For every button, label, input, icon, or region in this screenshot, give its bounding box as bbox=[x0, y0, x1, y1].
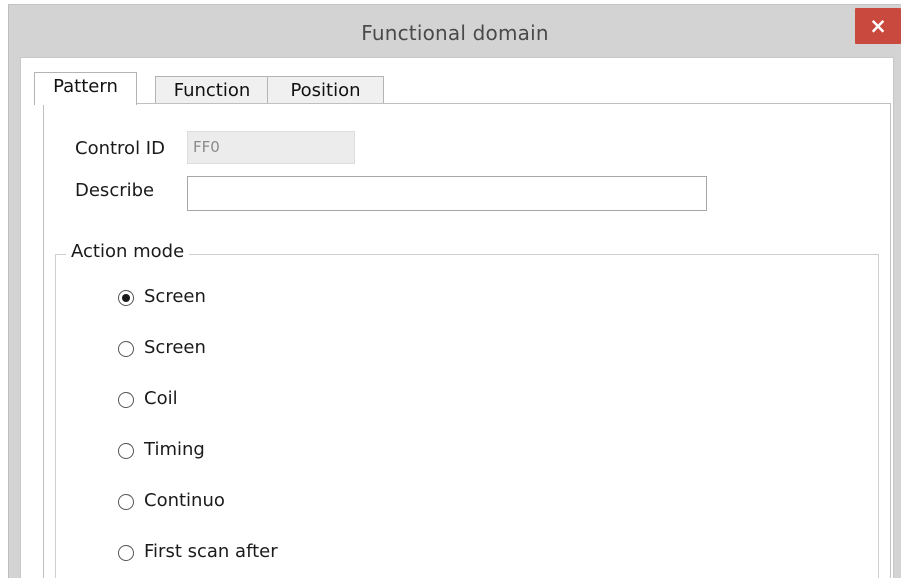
control-id-label: Control ID bbox=[75, 138, 165, 159]
window-title: Functional domain bbox=[361, 21, 549, 45]
radio-option-label: Continuo bbox=[144, 490, 225, 511]
close-icon: × bbox=[869, 14, 887, 38]
radio-button-icon[interactable] bbox=[118, 341, 134, 357]
radio-button-icon[interactable] bbox=[118, 545, 134, 561]
radio-option-label: Coil bbox=[144, 388, 178, 409]
radio-button-icon[interactable] bbox=[118, 392, 134, 408]
radio-button-icon[interactable] bbox=[118, 494, 134, 510]
radio-option-label: First scan after bbox=[144, 541, 278, 562]
tab-pattern-label: Pattern bbox=[53, 76, 118, 97]
radio-option-label: Screen bbox=[144, 337, 206, 358]
radio-option-label: Timing bbox=[144, 439, 205, 460]
action-mode-legend: Action mode bbox=[66, 241, 190, 262]
tab-pattern[interactable]: Pattern bbox=[34, 72, 137, 105]
control-id-field: FF0 bbox=[187, 131, 355, 164]
radio-button-icon[interactable] bbox=[118, 443, 134, 459]
dialog-window: Functional domain × Pattern Function Pos… bbox=[8, 4, 901, 578]
pattern-tab-panel: Control ID FF0 Describe Action mode Scre… bbox=[43, 103, 891, 578]
tab-position[interactable]: Position bbox=[267, 76, 384, 104]
radio-button-icon[interactable] bbox=[118, 290, 134, 306]
radio-option-label: Screen bbox=[144, 286, 206, 307]
dialog-client-area: Pattern Function Position Control ID FF0… bbox=[20, 57, 894, 578]
title-bar[interactable]: Functional domain × bbox=[9, 5, 901, 57]
close-button[interactable]: × bbox=[855, 8, 901, 44]
tab-position-label: Position bbox=[290, 80, 361, 101]
background-edge bbox=[0, 0, 8, 578]
screen: Functional domain × Pattern Function Pos… bbox=[0, 0, 902, 578]
tab-function[interactable]: Function bbox=[155, 76, 269, 104]
describe-input[interactable] bbox=[187, 176, 707, 211]
tab-function-label: Function bbox=[173, 80, 251, 101]
describe-label: Describe bbox=[75, 180, 155, 201]
